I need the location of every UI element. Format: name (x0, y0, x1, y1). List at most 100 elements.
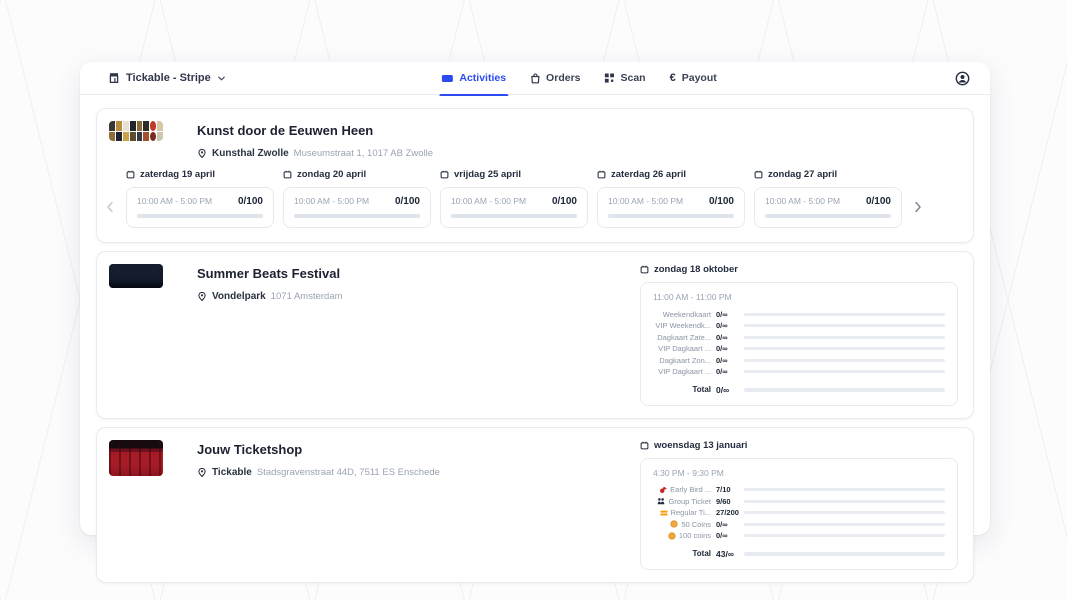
event-thumbnail (109, 264, 163, 288)
total-row: Total 0/∞ (653, 385, 945, 395)
calendar-icon (640, 441, 649, 450)
date-slot: zondag 27 april 10:00 AM - 5:00 PM 0/100 (754, 169, 902, 228)
activities-list: Kunst door de Eeuwen Heen Kunsthal Zwoll… (80, 95, 990, 591)
main-tabs: Activities Orders Scan € Payout (441, 62, 716, 95)
progress-track (744, 336, 945, 339)
timeslot-time: 10:00 AM - 5:00 PM (608, 196, 683, 206)
early-bird-icon (659, 486, 667, 494)
venue-name: Tickable (212, 467, 252, 478)
timeslot-card[interactable]: 10:00 AM - 5:00 PM 0/100 (597, 187, 745, 228)
session-panel: zondag 18 oktober 11:00 AM - 11:00 PM We… (640, 264, 958, 406)
event-title: Summer Beats Festival (197, 266, 343, 281)
app-window: Tickable - Stripe Activities Orders (80, 62, 990, 535)
session-box: 11:00 AM - 11:00 PM Weekendkaart 0/∞ VIP… (640, 282, 958, 406)
scan-qr-icon (604, 73, 614, 83)
event-card-summer-beats[interactable]: Summer Beats Festival Vondelpark 1071 Am… (96, 251, 974, 419)
ticket-row: VIP Dagkaart ... 0/∞ (653, 368, 945, 376)
ticket-row: Weekendkaart 0/∞ (653, 310, 945, 318)
timeslot-count: 0/100 (395, 196, 420, 207)
date-slot: zondag 20 april 10:00 AM - 5:00 PM 0/100 (283, 169, 431, 228)
venue-address: 1071 Amsterdam (271, 291, 343, 302)
timeslot-time: 10:00 AM - 5:00 PM (451, 196, 526, 206)
event-header: Summer Beats Festival Vondelpark 1071 Am… (109, 264, 640, 406)
timeslot-count: 0/100 (238, 196, 263, 207)
progress-track (744, 552, 945, 556)
progress-track (744, 324, 945, 327)
ticket-row: Group Ticket 9/60 (653, 497, 945, 505)
timeslot-count: 0/100 (552, 196, 577, 207)
ticket-row: VIP Dagkaart ... 0/∞ (653, 345, 945, 353)
calendar-icon (440, 170, 449, 179)
progress-track (744, 488, 945, 491)
calendar-icon (640, 265, 649, 274)
event-thumbnail (109, 440, 163, 476)
session-time: 4:30 PM - 9:30 PM (653, 468, 945, 478)
account-circle-icon (955, 71, 970, 86)
chevron-down-icon (217, 74, 226, 83)
ticket-row: Regular Ti... 27/200 (653, 509, 945, 517)
ticket-row: VIP Weekendk... 0/∞ (653, 322, 945, 330)
orders-bag-icon (530, 73, 540, 84)
progress-track (744, 500, 945, 503)
calendar-icon (597, 170, 606, 179)
venue-name: Vondelpark (212, 291, 266, 302)
event-title: Jouw Ticketshop (197, 442, 440, 457)
location-pin-icon (197, 467, 207, 478)
date-carousel: zaterdag 19 april 10:00 AM - 5:00 PM 0/1… (97, 159, 973, 242)
timeslot-card[interactable]: 10:00 AM - 5:00 PM 0/100 (440, 187, 588, 228)
regular-ticket-icon (660, 509, 668, 517)
venue-name: Kunsthal Zwolle (212, 148, 289, 159)
timeslot-time: 10:00 AM - 5:00 PM (137, 196, 212, 206)
timeslot-count: 0/100 (709, 196, 734, 207)
venue-address: Museumstraat 1, 1017 AB Zwolle (294, 148, 433, 159)
user-avatar-button[interactable] (955, 71, 970, 86)
carousel-prev-button[interactable] (103, 197, 117, 217)
tab-orders[interactable]: Orders (530, 62, 580, 95)
session-date: zondag 18 oktober (654, 264, 738, 275)
tab-payout[interactable]: € Payout (670, 62, 717, 95)
event-card-kunst[interactable]: Kunst door de Eeuwen Heen Kunsthal Zwoll… (96, 108, 974, 243)
timeslot-card[interactable]: 10:00 AM - 5:00 PM 0/100 (754, 187, 902, 228)
progress-track (744, 523, 945, 526)
progress-track (744, 388, 945, 392)
progress-track (744, 370, 945, 373)
ticket-row: Dagkaart Zon... 0/∞ (653, 356, 945, 364)
top-nav-bar: Tickable - Stripe Activities Orders (80, 62, 990, 95)
tab-scan[interactable]: Scan (604, 62, 645, 95)
account-selector[interactable]: Tickable - Stripe (108, 72, 226, 84)
date-slot: zaterdag 19 april 10:00 AM - 5:00 PM 0/1… (126, 169, 274, 228)
session-time: 11:00 AM - 11:00 PM (653, 292, 945, 302)
event-title: Kunst door de Eeuwen Heen (197, 123, 433, 138)
coin-icon (670, 520, 678, 528)
progress-track (744, 359, 945, 362)
tab-activities[interactable]: Activities (441, 62, 506, 95)
location-pin-icon (197, 291, 207, 302)
event-thumbnail (109, 121, 163, 141)
venue-address: Stadsgravenstraat 44D, 7511 ES Enschede (257, 467, 440, 478)
session-panel: woensdag 13 januari 4:30 PM - 9:30 PM Ea… (640, 440, 958, 570)
progress-track (765, 214, 891, 218)
ticket-row: Dagkaart Zate... 0/∞ (653, 333, 945, 341)
date-slot: zaterdag 26 april 10:00 AM - 5:00 PM 0/1… (597, 169, 745, 228)
calendar-icon (754, 170, 763, 179)
euro-icon: € (670, 73, 676, 84)
timeslot-time: 10:00 AM - 5:00 PM (765, 196, 840, 206)
progress-track (294, 214, 420, 218)
timeslot-card[interactable]: 10:00 AM - 5:00 PM 0/100 (126, 187, 274, 228)
progress-track (451, 214, 577, 218)
date-slot: vrijdag 25 april 10:00 AM - 5:00 PM 0/10… (440, 169, 588, 228)
ticket-row: 100 coins 0/∞ (653, 532, 945, 540)
event-card-jouw-ticketshop[interactable]: Jouw Ticketshop Tickable Stadsgravenstra… (96, 427, 974, 583)
timeslot-card[interactable]: 10:00 AM - 5:00 PM 0/100 (283, 187, 431, 228)
storefront-icon (108, 72, 120, 84)
progress-track (137, 214, 263, 218)
event-header: Kunst door de Eeuwen Heen Kunsthal Zwoll… (97, 109, 973, 159)
progress-track (744, 347, 945, 350)
progress-track (744, 511, 945, 514)
ticket-row: Early Bird ... 7/10 (653, 486, 945, 494)
carousel-next-button[interactable] (911, 197, 925, 217)
group-ticket-icon (657, 497, 665, 505)
calendar-icon (126, 170, 135, 179)
progress-track (744, 313, 945, 316)
event-header: Jouw Ticketshop Tickable Stadsgravenstra… (109, 440, 640, 570)
